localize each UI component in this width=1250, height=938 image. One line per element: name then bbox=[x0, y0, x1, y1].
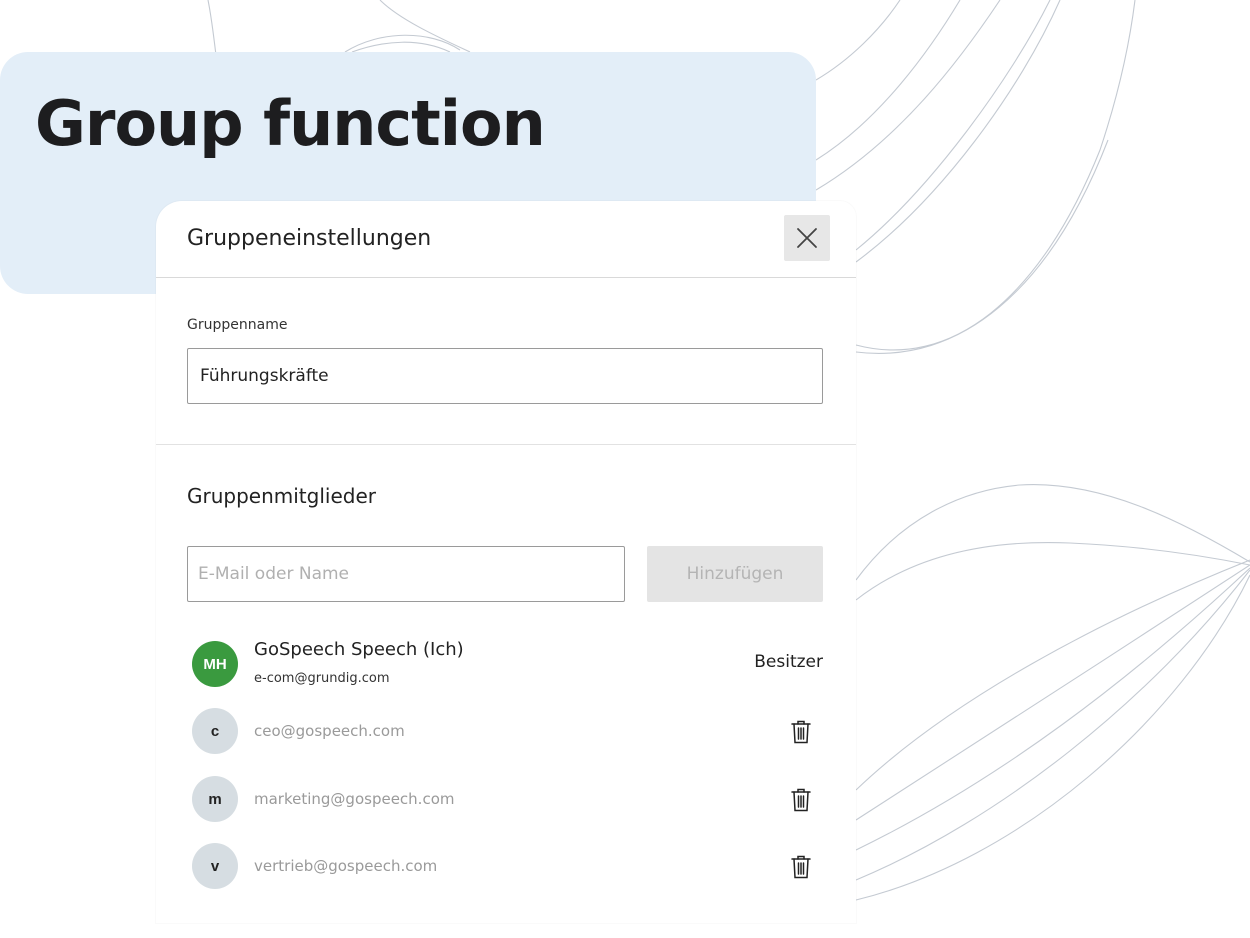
add-member-button[interactable]: Hinzufügen bbox=[647, 546, 823, 602]
trash-icon bbox=[791, 720, 811, 744]
hero-title: Group function bbox=[35, 87, 546, 160]
member-avatar: c bbox=[192, 708, 238, 754]
owner-avatar: MH bbox=[192, 641, 238, 687]
group-name-input[interactable] bbox=[187, 348, 823, 404]
member-email: marketing@gospeech.com bbox=[254, 790, 455, 808]
member-search-input[interactable] bbox=[187, 546, 625, 602]
trash-icon bbox=[791, 855, 811, 879]
close-button[interactable] bbox=[784, 215, 830, 261]
remove-member-button[interactable] bbox=[787, 785, 815, 815]
section-divider bbox=[156, 444, 856, 445]
dialog-title: Gruppeneinstellungen bbox=[187, 226, 432, 251]
group-name-label: Gruppenname bbox=[187, 317, 288, 333]
owner-name: GoSpeech Speech (Ich) bbox=[254, 639, 464, 660]
trash-icon bbox=[791, 788, 811, 812]
member-email: ceo@gospeech.com bbox=[254, 722, 405, 740]
remove-member-button[interactable] bbox=[787, 717, 815, 747]
dialog-header: Gruppeneinstellungen bbox=[156, 201, 856, 278]
member-avatar: v bbox=[192, 843, 238, 889]
owner-role-label: Besitzer bbox=[754, 652, 823, 672]
member-avatar: m bbox=[192, 776, 238, 822]
group-members-heading: Gruppenmitglieder bbox=[187, 484, 376, 508]
owner-email: e-com@grundig.com bbox=[254, 671, 390, 686]
group-settings-dialog: Gruppeneinstellungen Gruppenname Gruppen… bbox=[156, 201, 856, 923]
close-icon bbox=[797, 228, 817, 248]
remove-member-button[interactable] bbox=[787, 852, 815, 882]
member-email: vertrieb@gospeech.com bbox=[254, 857, 438, 875]
